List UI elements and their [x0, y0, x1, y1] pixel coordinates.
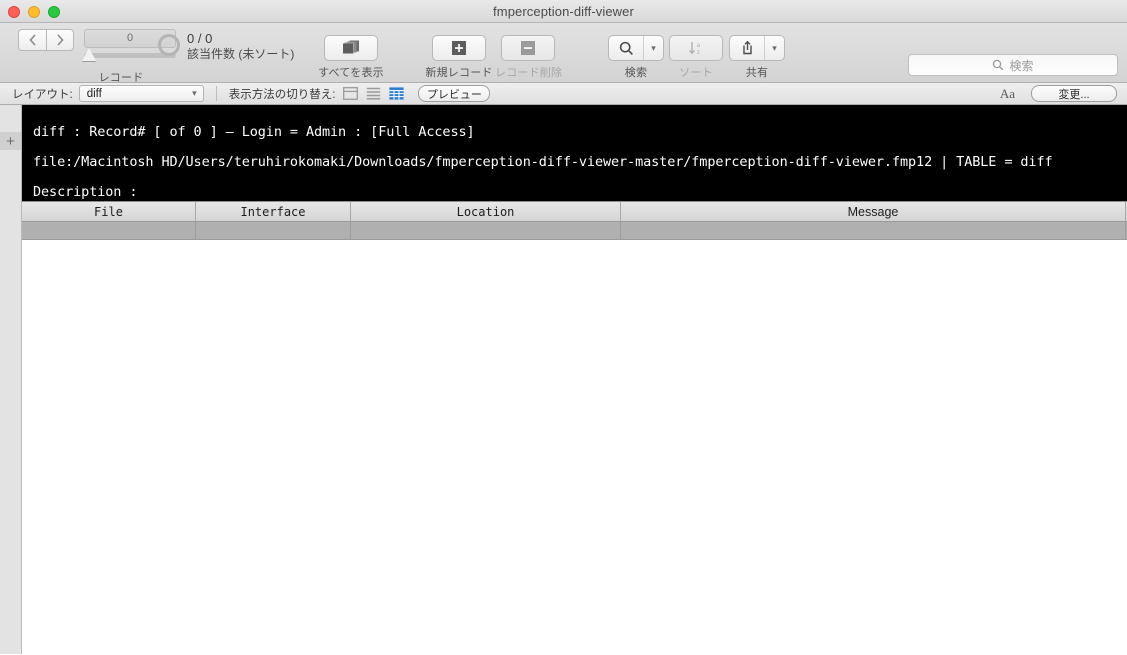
sort-az-icon: a z — [689, 42, 701, 56]
search-input[interactable]: 検索 — [908, 54, 1118, 76]
sort-button[interactable]: a z — [669, 35, 723, 61]
table-header: File Interface Location Message — [22, 201, 1127, 222]
record-pane: diff : Record# [ of 0 ] — Login = Admin … — [22, 105, 1127, 654]
change-label: 変更... — [1058, 88, 1090, 101]
find-caption: 検索 — [624, 67, 648, 79]
table-view-icon[interactable] — [389, 87, 405, 100]
search-placeholder: 検索 — [1009, 58, 1034, 73]
delete-record-button[interactable] — [501, 35, 555, 61]
layout-select[interactable]: diff ▾ — [78, 85, 204, 102]
share-group: ▾ 共有 — [728, 23, 786, 83]
search-icon[interactable] — [609, 36, 643, 60]
layout-select-value: diff — [86, 87, 102, 100]
find-group: ▾ 検索 — [608, 23, 664, 83]
window-title: fmperception-diff-viewer — [493, 3, 634, 19]
found-count-value: 0 / 0 — [187, 31, 213, 46]
view-switch-label: 表示方法の切り替え: — [228, 88, 336, 101]
column-header-file[interactable]: File — [22, 202, 196, 221]
add-record-row-button[interactable]: + — [0, 132, 21, 150]
form-view-icon[interactable] — [343, 87, 359, 100]
share-button[interactable]: ▾ — [729, 35, 785, 61]
show-all-group: すべてを表示 — [315, 23, 387, 83]
header-line-record: diff : Record# [ of 0 ] — Login = Admin … — [33, 124, 475, 140]
column-header-message[interactable]: Message — [621, 202, 1126, 221]
layout-bar: レイアウト: diff ▾ 表示方法の切り替え: プレビュー Aa 変更... — [0, 83, 1127, 105]
divider — [215, 86, 217, 101]
row-gutter: + — [0, 105, 22, 654]
content-area: + diff : Record# [ of 0 ] — Login = Admi… — [0, 105, 1127, 654]
layout-label: レイアウト: — [12, 88, 73, 101]
found-pie-icon — [158, 34, 180, 56]
title-bar: fmperception-diff-viewer — [0, 0, 1127, 23]
view-mode-switcher — [343, 87, 405, 100]
delete-record-caption: レコード削除 — [495, 67, 563, 79]
column-header-interface[interactable]: Interface — [196, 202, 351, 221]
new-row-cell-interface[interactable] — [196, 222, 351, 239]
header-info-panel: diff : Record# [ of 0 ] — Login = Admin … — [22, 105, 1127, 201]
stacked-records-icon — [343, 40, 359, 54]
found-count-label: 該当件数 (未ソート) — [187, 47, 295, 62]
record-slider-thumb[interactable] — [82, 48, 96, 61]
layout-bar-right: Aa 変更... — [1000, 85, 1117, 102]
record-arrows — [18, 29, 74, 51]
new-row-cell-message[interactable] — [621, 222, 1126, 239]
find-dropdown-caret-icon[interactable]: ▾ — [643, 36, 663, 60]
new-row-cell-location[interactable] — [351, 222, 621, 239]
preview-button[interactable]: プレビュー — [418, 85, 491, 102]
window-controls — [8, 6, 60, 18]
new-record-caption: 新規レコード — [425, 67, 493, 79]
new-row-cell-file[interactable] — [22, 222, 196, 239]
delete-record-group: レコード削除 — [495, 23, 563, 83]
column-header-location[interactable]: Location — [351, 202, 621, 221]
show-all-button[interactable] — [324, 35, 378, 61]
minus-square-icon — [521, 41, 535, 55]
sort-caption: ソート — [679, 67, 713, 79]
preview-label: プレビュー — [426, 88, 482, 101]
record-navigation-group: 0 レコード — [18, 23, 176, 84]
main-toolbar: 0 レコード 0 / 0 該当件数 (未ソート) すべてを表示 新規レコード レ… — [0, 23, 1127, 84]
close-button[interactable] — [8, 6, 20, 18]
share-dropdown-caret-icon[interactable]: ▾ — [764, 36, 784, 60]
filemaker-window: fmperception-diff-viewer 0 レコード 0 / 0 該当… — [0, 0, 1127, 655]
search-field-wrapper: 検索 — [908, 54, 1118, 76]
show-all-caption: すべてを表示 — [318, 67, 384, 79]
plus-square-icon — [452, 41, 466, 55]
list-view-icon[interactable] — [366, 87, 381, 100]
header-line-file: file:/Macintosh HD/Users/teruhirokomaki/… — [33, 154, 1053, 170]
svg-text:z: z — [697, 49, 701, 56]
new-record-button[interactable] — [432, 35, 486, 61]
new-record-group: 新規レコード — [425, 23, 493, 83]
share-icon[interactable] — [730, 36, 764, 60]
sort-group: a z ソート — [668, 23, 724, 83]
share-caption: 共有 — [745, 67, 769, 79]
minimize-button[interactable] — [28, 6, 40, 18]
change-button[interactable]: 変更... — [1031, 85, 1117, 102]
chevron-down-icon[interactable]: ▾ — [192, 88, 197, 99]
table-new-row[interactable] — [22, 222, 1127, 240]
previous-record-button[interactable] — [18, 29, 46, 51]
next-record-button[interactable] — [46, 29, 74, 51]
text-size-icon[interactable]: Aa — [1000, 86, 1015, 102]
table-body — [22, 240, 1127, 652]
search-icon — [993, 59, 1004, 71]
find-button[interactable]: ▾ — [608, 35, 664, 61]
svg-text:a: a — [697, 42, 701, 49]
zoom-button[interactable] — [48, 6, 60, 18]
gutter-spacer — [0, 105, 21, 132]
found-count-group: 0 / 0 該当件数 (未ソート) — [158, 23, 294, 83]
